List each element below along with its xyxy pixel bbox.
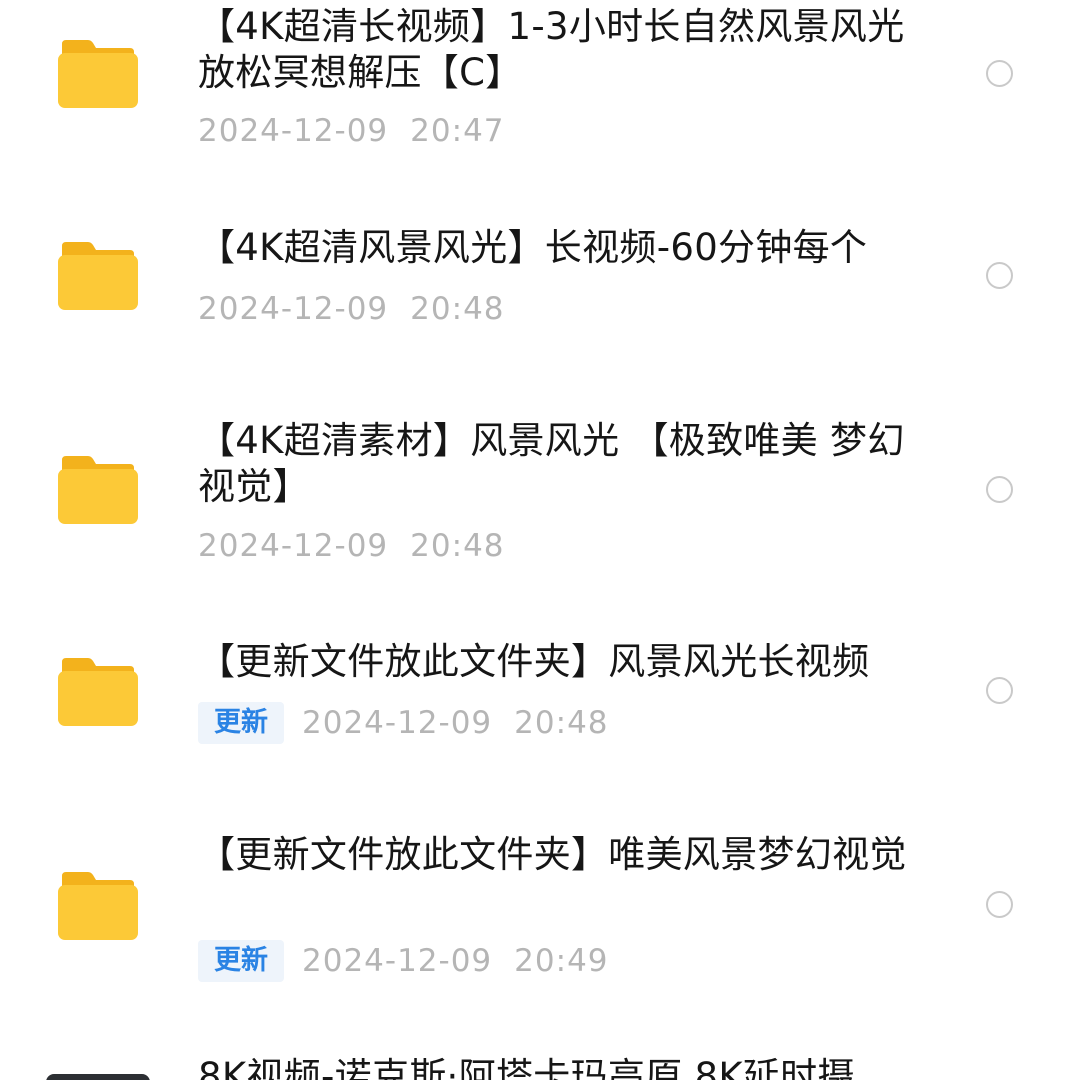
file-meta: 更新 2024-12-09 20:48	[198, 702, 609, 744]
select-radio-icon[interactable]	[986, 476, 1013, 503]
file-time: 20:49	[514, 943, 609, 979]
file-list-item[interactable]: 【更新文件放此文件夹】唯美风景梦幻视觉 更新 2024-12-09 20:49	[0, 820, 1080, 1030]
video-thumbnail	[46, 1074, 150, 1080]
file-list-item[interactable]: 【更新文件放此文件夹】风景风光长视频 更新 2024-12-09 20:48	[0, 620, 1080, 810]
update-badge: 更新	[198, 940, 284, 982]
file-name: 【4K超清风景风光】长视频-60分钟每个	[198, 226, 868, 269]
file-name: 【更新文件放此文件夹】唯美风景梦幻视觉	[198, 833, 907, 876]
file-time: 20:48	[514, 705, 609, 741]
folder-icon	[58, 870, 138, 940]
folder-icon	[58, 656, 138, 726]
file-time: 20:47	[410, 113, 505, 149]
file-name: 【4K超清素材】风景风光 【极致唯美 梦幻视觉】	[198, 419, 905, 508]
folder-icon	[58, 454, 138, 524]
file-list-item[interactable]: 【4K超清素材】风景风光 【极致唯美 梦幻视觉】 2024-12-09 20:48	[0, 400, 1080, 610]
file-time: 20:48	[410, 291, 505, 327]
folder-icon	[58, 38, 138, 108]
file-date: 2024-12-09	[198, 291, 389, 327]
select-radio-icon[interactable]	[986, 677, 1013, 704]
file-name: 【4K超清长视频】1-3小时长自然风景风光放松冥想解压【C】	[198, 5, 905, 94]
file-date: 2024-12-09	[198, 113, 389, 149]
select-radio-icon[interactable]	[986, 891, 1013, 918]
file-meta: 2024-12-09 20:47	[198, 111, 505, 151]
file-list-item[interactable]: 【4K超清风景风光】长视频-60分钟每个 2024-12-09 20:48	[0, 200, 1080, 390]
file-date: 2024-12-09	[198, 528, 389, 564]
folder-icon	[58, 240, 138, 310]
update-badge: 更新	[198, 702, 284, 744]
file-name: 8K视频-诺克斯·阿塔卡玛高原 8K延时摄	[198, 1055, 855, 1080]
select-radio-icon[interactable]	[986, 262, 1013, 289]
file-list-item[interactable]: 8K视频-诺克斯·阿塔卡玛高原 8K延时摄	[0, 1040, 1080, 1080]
file-time: 20:48	[410, 528, 505, 564]
file-list-item[interactable]: 【4K超清长视频】1-3小时长自然风景风光放松冥想解压【C】 2024-12-0…	[0, 0, 1080, 200]
file-meta: 更新 2024-12-09 20:49	[198, 940, 609, 982]
file-meta: 2024-12-09 20:48	[198, 526, 505, 566]
select-radio-icon[interactable]	[986, 60, 1013, 87]
file-date: 2024-12-09	[302, 705, 493, 741]
file-name: 【更新文件放此文件夹】风景风光长视频	[198, 640, 870, 683]
file-date: 2024-12-09	[302, 943, 493, 979]
file-meta: 2024-12-09 20:48	[198, 289, 505, 329]
